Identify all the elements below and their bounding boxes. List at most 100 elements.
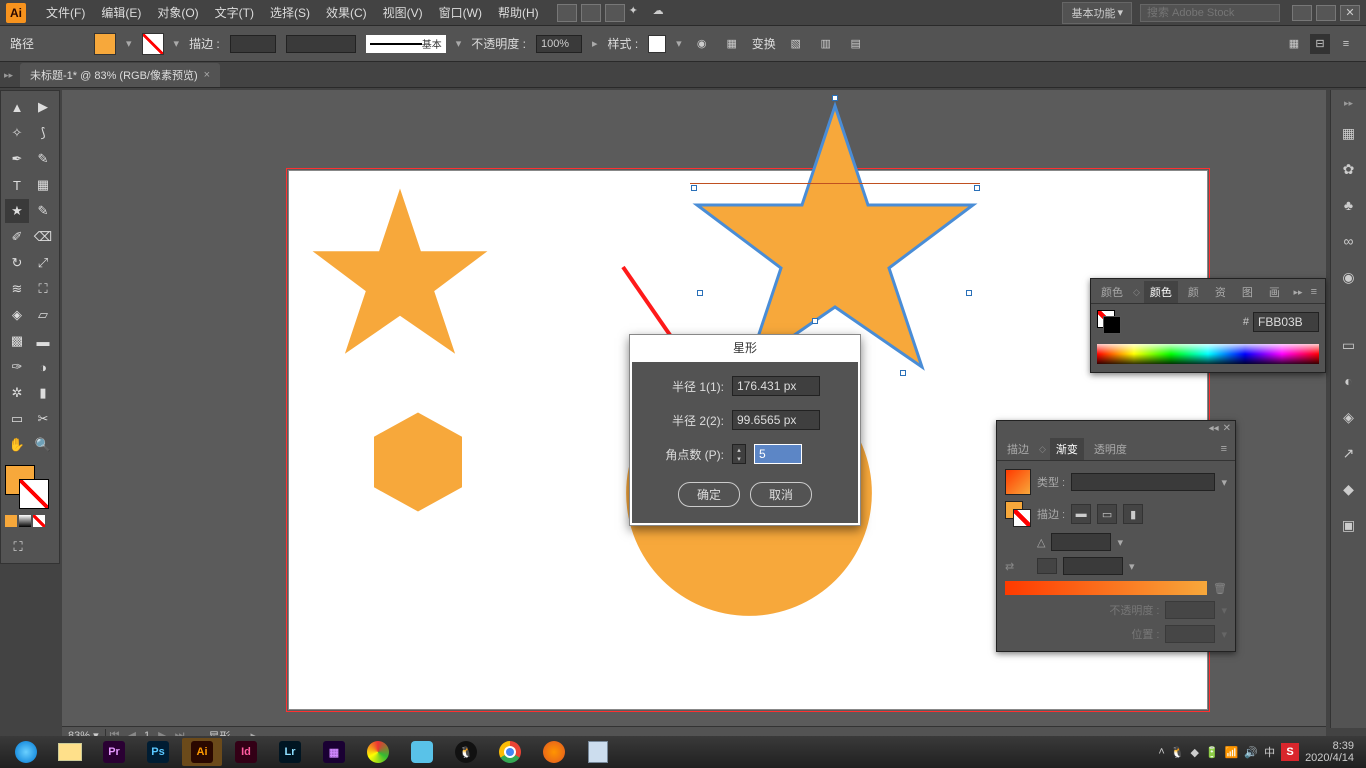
artboard-tool[interactable]: ▭ [5, 407, 29, 431]
bridge-icon[interactable] [557, 4, 577, 22]
pen-tool[interactable]: ✒ [5, 147, 29, 171]
shape-icon[interactable]: ▧ [786, 34, 806, 54]
eyedropper-tool[interactable]: ✑ [5, 355, 29, 379]
artboards-icon[interactable]: ▭ [1337, 333, 1361, 357]
menu-file[interactable]: 文件(F) [38, 4, 93, 21]
angle-input[interactable] [1051, 533, 1111, 551]
tb-chrome[interactable] [490, 738, 530, 766]
scale-tool[interactable]: ⤢ [31, 251, 55, 275]
stroke-weight-input[interactable] [230, 35, 276, 53]
brush-preview[interactable]: 基本 [366, 35, 446, 53]
stroke-mode-1[interactable]: ▬ [1071, 504, 1091, 524]
panel-align-icon[interactable]: ⊟ [1310, 34, 1330, 54]
line-tool[interactable]: ▦ [31, 173, 55, 197]
clip-icon[interactable]: ▤ [846, 34, 866, 54]
tb-app2[interactable] [358, 738, 398, 766]
selection-handle[interactable] [974, 185, 980, 191]
libraries-icon[interactable]: ✿ [1337, 157, 1361, 181]
chevron-down-icon[interactable]: ▾ [1117, 536, 1123, 549]
system-tray[interactable]: ˄ 🐧 ◆ 🔋 📶 🔊 中 S 8:39 2020/4/14 [1158, 740, 1362, 764]
window-close[interactable]: ✕ [1340, 5, 1360, 21]
chevron-down-icon[interactable]: ▾ [456, 37, 462, 50]
tray-volume-icon[interactable]: 🔊 [1244, 746, 1258, 759]
cloud-icon[interactable]: ☁ [653, 4, 673, 22]
blend-tool[interactable]: ◑ [31, 355, 55, 379]
shaper-tool[interactable]: ✐ [5, 225, 29, 249]
tray-battery-icon[interactable]: 🔋 [1205, 746, 1219, 759]
hex-input[interactable] [1253, 312, 1319, 332]
tb-lightroom[interactable]: Lr [270, 738, 310, 766]
close-icon[interactable]: ✕ [1223, 423, 1231, 434]
selection-handle[interactable] [812, 318, 818, 324]
tb-browser[interactable] [6, 738, 46, 766]
tab-graphic[interactable]: 图 [1236, 281, 1259, 303]
selection-tool[interactable]: ▲ [5, 95, 29, 119]
step-down-icon[interactable]: ▾ [733, 454, 745, 463]
workspace-switcher[interactable]: 基本功能 ▾ [1062, 2, 1132, 24]
layers-icon[interactable]: ◆ [1337, 477, 1361, 501]
trash-icon[interactable]: 🗑 [1213, 582, 1227, 595]
curvature-tool[interactable]: ✎ [31, 147, 55, 171]
tab-colorguide[interactable]: 颜色 [1095, 281, 1129, 303]
tray-ime-icon[interactable]: 中 [1264, 744, 1275, 760]
type-tool[interactable]: T [5, 173, 29, 197]
tab-transparency[interactable]: 透明度 [1088, 438, 1133, 460]
selection-handle[interactable] [966, 290, 972, 296]
menu-select[interactable]: 选择(S) [262, 4, 318, 21]
chevron-down-icon[interactable]: ▾ [174, 37, 180, 50]
color-icon[interactable]: ◐ [1337, 369, 1361, 393]
align-icon[interactable]: ▦ [722, 34, 742, 54]
gradient-preview[interactable] [1005, 469, 1031, 495]
points-stepper[interactable]: ▴▾ [732, 444, 746, 464]
recolor-icon[interactable]: ◉ [692, 34, 712, 54]
stock-icon[interactable] [581, 4, 601, 22]
chevron-down-icon[interactable]: ▾ [676, 37, 682, 50]
cancel-button[interactable]: 取消 [750, 482, 812, 507]
arrange-icon[interactable] [605, 4, 625, 22]
stop-opacity-input[interactable] [1165, 601, 1215, 619]
zoom-tool[interactable]: 🔍 [31, 433, 55, 457]
selection-handle[interactable] [900, 370, 906, 376]
collapse-arrows-icon[interactable]: ▸▸ [1294, 287, 1303, 298]
mesh-tool[interactable]: ▩ [5, 329, 29, 353]
tb-indesign[interactable]: Id [226, 738, 266, 766]
isolate-icon[interactable]: ▥ [816, 34, 836, 54]
free-transform-tool[interactable]: ⛶ [31, 277, 55, 301]
cloud-panel-icon[interactable]: ∞ [1337, 229, 1361, 253]
window-maximize[interactable] [1316, 5, 1336, 21]
close-icon[interactable]: × [204, 69, 210, 81]
paintbrush-tool[interactable]: ✎ [31, 199, 55, 223]
swatches-icon[interactable]: ◈ [1337, 405, 1361, 429]
tb-app3[interactable] [402, 738, 442, 766]
color-mode-none[interactable] [33, 515, 45, 527]
tb-app1[interactable]: ▦ [314, 738, 354, 766]
fill-swatch[interactable] [94, 33, 116, 55]
lasso-tool[interactable]: ⟆ [31, 121, 55, 145]
tray-sogou-icon[interactable]: S [1281, 743, 1299, 761]
symbol-sprayer-tool[interactable]: ✲ [5, 381, 29, 405]
stroke-color[interactable] [19, 479, 49, 509]
color-mode-fill[interactable] [5, 515, 17, 527]
tray-app-icon[interactable]: ◆ [1190, 746, 1198, 759]
gradient-tool[interactable]: ▬ [31, 329, 55, 353]
properties-icon[interactable]: ▦ [1337, 121, 1361, 145]
tb-premiere[interactable]: Pr [94, 738, 134, 766]
panel-list-icon[interactable]: ≡ [1336, 34, 1356, 54]
taskbar-clock[interactable]: 8:39 2020/4/14 [1305, 740, 1354, 764]
fill-stroke-indicator[interactable] [5, 465, 49, 509]
tb-photoshop[interactable]: Ps [138, 738, 178, 766]
shape-builder-tool[interactable]: ◈ [5, 303, 29, 327]
slice-tool[interactable]: ✂ [31, 407, 55, 431]
selection-handle[interactable] [691, 185, 697, 191]
cc-icon[interactable]: ♣ [1337, 193, 1361, 217]
stroke-profile[interactable] [286, 35, 356, 53]
points-input[interactable] [754, 444, 802, 464]
panel-menu-icon[interactable]: ≡ [1307, 286, 1321, 298]
menu-help[interactable]: 帮助(H) [490, 4, 547, 21]
stroke-mode-3[interactable]: ▮ [1123, 504, 1143, 524]
export-icon[interactable]: ↗ [1337, 441, 1361, 465]
reverse-icon[interactable]: ⇄ [1005, 558, 1031, 574]
hexagon-shape[interactable] [363, 407, 473, 517]
search-input[interactable] [1140, 4, 1280, 22]
panel-stroke-swatch[interactable] [1103, 316, 1121, 334]
